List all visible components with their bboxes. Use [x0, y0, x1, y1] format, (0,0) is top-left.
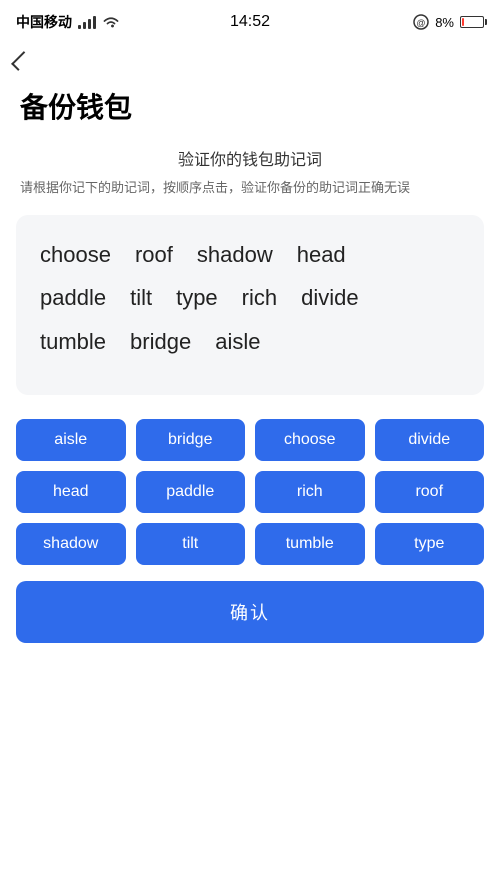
display-word-item: bridge [130, 322, 191, 362]
section-desc: 请根据你记下的助记词，按顺序点击，验证你备份的助记词正确无误 [0, 178, 500, 199]
word-button[interactable]: tilt [136, 523, 246, 565]
status-bar-time: 14:52 [230, 13, 270, 31]
display-word-row: tumble bridge aisle [40, 322, 460, 362]
circle-icon: @ [413, 14, 429, 30]
display-word-item: aisle [215, 322, 260, 362]
word-button[interactable]: shadow [16, 523, 126, 565]
display-word-item: tumble [40, 322, 106, 362]
wifi-icon [102, 15, 120, 29]
confirm-button-wrap: 确认 [16, 581, 484, 643]
back-button[interactable] [0, 44, 42, 78]
carrier-label: 中国移动 [16, 12, 72, 32]
display-word-item: roof [135, 235, 173, 275]
display-word-item: shadow [197, 235, 273, 275]
section-title: 验证你的钱包助记词 [0, 146, 500, 170]
display-word-item: type [176, 278, 218, 318]
signal-bar-1 [78, 25, 81, 29]
display-word-item: head [297, 235, 346, 275]
signal-bar-2 [83, 22, 86, 29]
word-display-area: choose roof shadow head paddle tilt type richdi… [16, 215, 484, 395]
word-button[interactable]: paddle [136, 471, 246, 513]
page-title: 备份钱包 [0, 78, 500, 146]
word-button[interactable]: head [16, 471, 126, 513]
word-button[interactable]: divide [375, 419, 485, 461]
display-word-item: divide [301, 278, 358, 318]
status-bar-left: 中国移动 [16, 12, 120, 32]
confirm-button[interactable]: 确认 [16, 581, 484, 643]
signal-icon [78, 15, 96, 29]
battery-icon [460, 16, 484, 28]
display-word-item: tilt [130, 278, 152, 318]
battery-percent: 8% [435, 15, 454, 30]
word-button[interactable]: tumble [255, 523, 365, 565]
word-button[interactable]: type [375, 523, 485, 565]
back-arrow-icon [11, 51, 31, 71]
word-buttons-grid: aislebridgechoosedivide headpaddlerichroo… [16, 419, 484, 565]
word-button[interactable]: choose [255, 419, 365, 461]
battery-fill [462, 18, 464, 26]
display-word-item: choose [40, 235, 111, 275]
signal-bar-3 [88, 19, 91, 29]
display-word-row: paddle tilt type rich divide [40, 278, 460, 318]
status-bar-right: @ 8% [413, 14, 484, 30]
status-bar: 中国移动 14:52 @ 8% [0, 0, 500, 44]
svg-text:@: @ [417, 18, 426, 28]
display-word-row: choose roof shadow head [40, 235, 460, 275]
word-button[interactable]: aisle [16, 419, 126, 461]
word-button[interactable]: roof [375, 471, 485, 513]
display-word-item: rich [242, 278, 277, 318]
signal-bar-4 [93, 16, 96, 29]
display-rows: choose roof shadow head paddle tilt type richdi… [40, 235, 460, 362]
word-button[interactable]: rich [255, 471, 365, 513]
word-button[interactable]: bridge [136, 419, 246, 461]
display-word-item: paddle [40, 278, 106, 318]
